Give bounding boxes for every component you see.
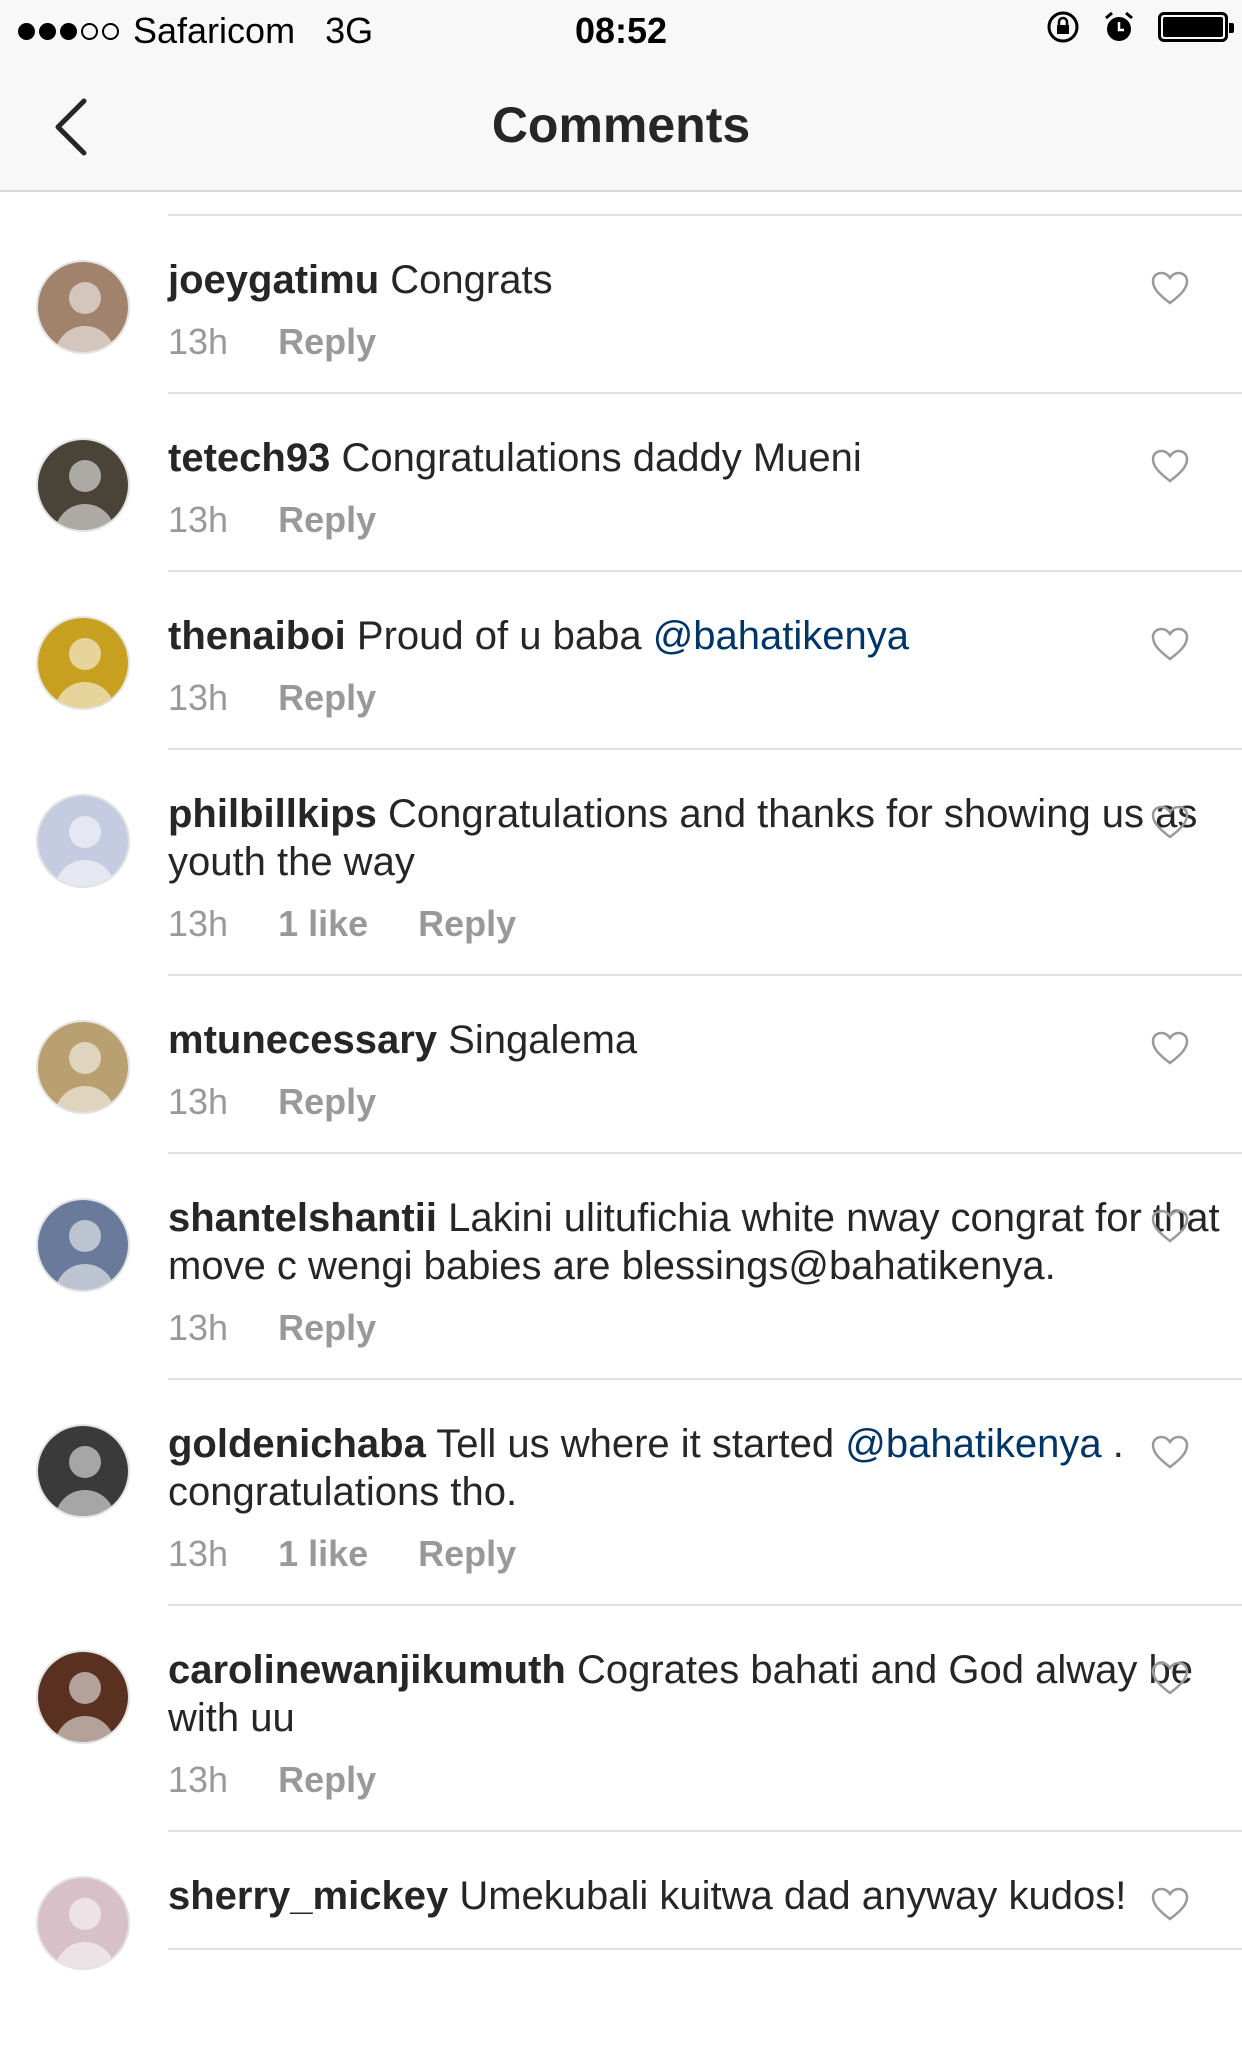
avatar[interactable]	[36, 1424, 130, 1518]
comment-like-count[interactable]: 1 like	[278, 902, 368, 946]
comment-username[interactable]: philbillkips	[168, 792, 377, 836]
comment-timestamp: 13h	[168, 1307, 229, 1348]
reply-button[interactable]: Reply	[278, 1080, 376, 1124]
avatar[interactable]	[36, 260, 130, 354]
comment-row: thenaiboi Proud of u baba @bahatikenya 1…	[0, 572, 1242, 750]
comment-row: carolinewanjikumuth Cogrates bahati and …	[0, 1606, 1242, 1832]
comment-row: shantelshantii Lakini ulitufichia white …	[0, 1154, 1242, 1380]
comment-content: Proud of u baba	[356, 614, 642, 658]
heart-icon[interactable]	[1150, 1434, 1190, 1470]
comment-content: Congratulations daddy Mueni	[341, 436, 862, 480]
heart-icon[interactable]	[1150, 804, 1190, 840]
avatar[interactable]	[36, 794, 130, 888]
comment-timestamp: 13h	[168, 321, 229, 362]
comment-text: shantelshantii Lakini ulitufichia white …	[168, 1194, 1242, 1290]
comments-list: joeygatimu Congrats 13h Reply tetech93 C…	[0, 216, 1242, 1970]
comment-meta: 13h Reply	[168, 1306, 1242, 1350]
comment-timestamp: 13h	[168, 499, 229, 540]
comment-content: Tell us where it started	[436, 1422, 835, 1466]
navigation-bar: Comments	[0, 62, 1242, 192]
avatar[interactable]	[36, 1198, 130, 1292]
reply-button[interactable]: Reply	[278, 1306, 376, 1350]
heart-icon[interactable]	[1150, 448, 1190, 484]
comment-content: Umekubali kuitwa dad anyway kudos!	[459, 1874, 1127, 1918]
avatar[interactable]	[36, 616, 130, 710]
status-bar: Safaricom 3G 08:52	[0, 0, 1242, 62]
comment-username[interactable]: mtunecessary	[168, 1018, 437, 1062]
comment-meta: 13h Reply	[168, 676, 1242, 720]
comment-row: mtunecessary Singalema 13h Reply	[0, 976, 1242, 1154]
comment-row: tetech93 Congratulations daddy Mueni 13h…	[0, 394, 1242, 572]
battery-icon	[1158, 12, 1234, 42]
comment-meta: 13h 1 like Reply	[168, 1532, 1242, 1576]
page-title: Comments	[491, 97, 751, 153]
comment-row: sherry_mickey Umekubali kuitwa dad anywa…	[0, 1832, 1242, 1970]
comment-row: joeygatimu Congrats 13h Reply	[0, 216, 1242, 394]
comment-text: philbillkips Congratulations and thanks …	[168, 790, 1242, 886]
reply-button[interactable]: Reply	[418, 1532, 516, 1576]
comment-timestamp: 13h	[168, 1081, 229, 1122]
alarm-icon	[1105, 11, 1133, 41]
avatar[interactable]	[36, 1020, 130, 1114]
heart-icon[interactable]	[1150, 1660, 1190, 1696]
heart-icon[interactable]	[1150, 1030, 1190, 1066]
comment-text: joeygatimu Congrats	[168, 256, 1242, 304]
avatar[interactable]	[36, 438, 130, 532]
comment-text: thenaiboi Proud of u baba @bahatikenya	[168, 612, 1242, 660]
comment-username[interactable]: goldenichaba	[168, 1422, 426, 1466]
comment-meta: 13h Reply	[168, 320, 1242, 364]
comment-mention[interactable]: @bahatikenya	[653, 614, 909, 658]
comment-like-count[interactable]: 1 like	[278, 1532, 368, 1576]
comment-timestamp: 13h	[168, 1759, 229, 1800]
reply-button[interactable]: Reply	[278, 1758, 376, 1802]
comment-meta: 13h Reply	[168, 1758, 1242, 1802]
comment-username[interactable]: shantelshantii	[168, 1196, 437, 1240]
comment-text: tetech93 Congratulations daddy Mueni	[168, 434, 1242, 482]
comment-username[interactable]: joeygatimu	[168, 258, 379, 302]
comment-text: sherry_mickey Umekubali kuitwa dad anywa…	[168, 1872, 1242, 1920]
comment-timestamp: 13h	[168, 1533, 229, 1574]
comment-username[interactable]: carolinewanjikumuth	[168, 1648, 566, 1692]
reply-button[interactable]: Reply	[418, 902, 516, 946]
comment-text: carolinewanjikumuth Cogrates bahati and …	[168, 1646, 1242, 1742]
heart-icon[interactable]	[1150, 626, 1190, 662]
comment-content: Congrats	[390, 258, 553, 302]
reply-button[interactable]: Reply	[278, 676, 376, 720]
comment-username[interactable]: thenaiboi	[168, 614, 346, 658]
comment-meta: 13h Reply	[168, 498, 1242, 542]
comment-meta: 13h 1 like Reply	[168, 902, 1242, 946]
heart-icon[interactable]	[1150, 1208, 1190, 1244]
reply-button[interactable]: Reply	[278, 498, 376, 542]
comment-text: goldenichaba Tell us where it started @b…	[168, 1420, 1242, 1516]
comment-username[interactable]: sherry_mickey	[168, 1874, 448, 1918]
orientation-lock-icon	[1047, 11, 1079, 43]
comment-timestamp: 13h	[168, 677, 229, 718]
avatar[interactable]	[36, 1876, 130, 1970]
comment-text: mtunecessary Singalema	[168, 1016, 1242, 1064]
comment-username[interactable]: tetech93	[168, 436, 330, 480]
avatar[interactable]	[36, 1650, 130, 1744]
comment-timestamp: 13h	[168, 903, 229, 944]
heart-icon[interactable]	[1150, 1886, 1190, 1922]
comment-mention[interactable]: @bahatikenya	[845, 1422, 1101, 1466]
comment-row: philbillkips Congratulations and thanks …	[0, 750, 1242, 976]
comment-content: Singalema	[448, 1018, 638, 1062]
comment-meta: 13h Reply	[168, 1080, 1242, 1124]
comment-row: goldenichaba Tell us where it started @b…	[0, 1380, 1242, 1606]
reply-button[interactable]: Reply	[278, 320, 376, 364]
heart-icon[interactable]	[1150, 270, 1190, 306]
